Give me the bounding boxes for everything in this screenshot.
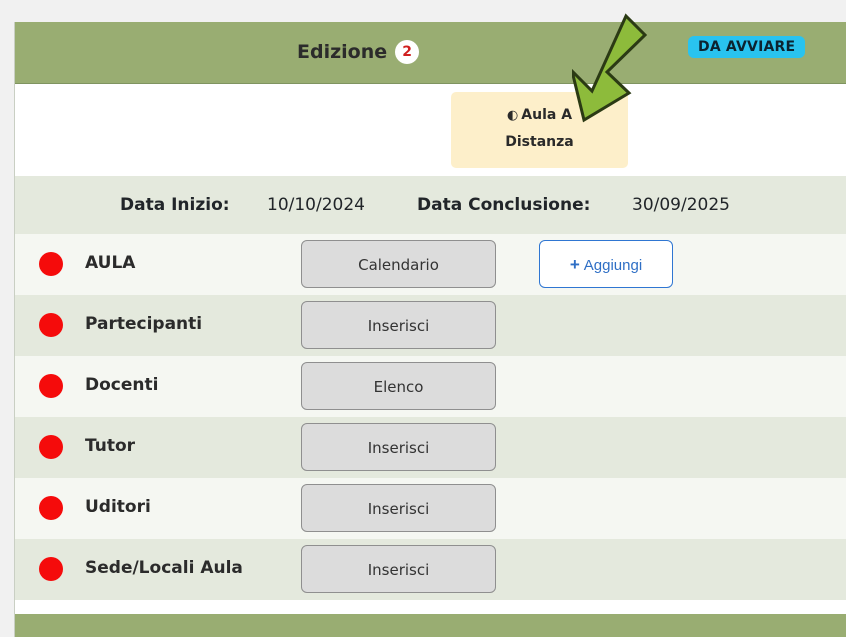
mode-line-1: Aula A xyxy=(521,107,573,123)
end-date-label: Data Conclusione: xyxy=(417,195,591,215)
row-uditori: Uditori Inserisci xyxy=(15,478,846,539)
aggiungi-label: Aggiungi xyxy=(583,257,643,274)
plus-icon: + xyxy=(569,255,580,274)
start-date-value: 10/10/2024 xyxy=(267,195,365,215)
docenti-elenco-button[interactable]: Elenco xyxy=(301,362,496,410)
edition-title-text: Edizione xyxy=(297,41,388,63)
row-tutor: Tutor Inserisci xyxy=(15,417,846,478)
sede-inserisci-button[interactable]: Inserisci xyxy=(301,545,496,593)
edition-title: Edizione 2 xyxy=(297,40,420,64)
tutor-inserisci-button[interactable]: Inserisci xyxy=(301,423,496,471)
row-label: Uditori xyxy=(85,497,151,517)
status-dot xyxy=(39,252,63,276)
card-footer xyxy=(15,614,846,637)
status-dot xyxy=(39,313,63,337)
edition-count-badge: 2 xyxy=(395,40,420,64)
row-label: AULA xyxy=(85,253,136,273)
edition-card: Edizione 2 DA AVVIARE ◐ Aula A Distanza D… xyxy=(14,22,846,637)
uditori-inserisci-button[interactable]: Inserisci xyxy=(301,484,496,532)
dates-row: Data Inizio: 10/10/2024 Data Conclusione… xyxy=(15,176,846,234)
row-label: Docenti xyxy=(85,375,159,395)
toggle-icon: ◐ xyxy=(506,108,519,123)
start-date-label: Data Inizio: xyxy=(120,195,230,215)
status-dot xyxy=(39,496,63,520)
row-label: Tutor xyxy=(85,436,136,456)
status-badge: DA AVVIARE xyxy=(688,36,806,58)
row-sede-locali: Sede/Locali Aula Inserisci xyxy=(15,539,846,600)
status-dot xyxy=(39,435,63,459)
aggiungi-button[interactable]: + Aggiungi xyxy=(539,240,673,288)
status-dot xyxy=(39,374,63,398)
arrow-icon xyxy=(572,13,648,123)
end-date-value: 30/09/2025 xyxy=(632,195,730,215)
row-label: Sede/Locali Aula xyxy=(85,558,243,578)
status-dot xyxy=(39,557,63,581)
calendario-button[interactable]: Calendario xyxy=(301,240,496,288)
partecipanti-inserisci-button[interactable]: Inserisci xyxy=(301,301,496,349)
row-partecipanti: Partecipanti Inserisci xyxy=(15,295,846,356)
row-aula: AULA Calendario + Aggiungi xyxy=(15,234,846,295)
row-label: Partecipanti xyxy=(85,314,203,334)
mode-line-2: Distanza xyxy=(505,134,574,150)
row-docenti: Docenti Elenco xyxy=(15,356,846,417)
card-header: Edizione 2 DA AVVIARE xyxy=(15,22,846,84)
